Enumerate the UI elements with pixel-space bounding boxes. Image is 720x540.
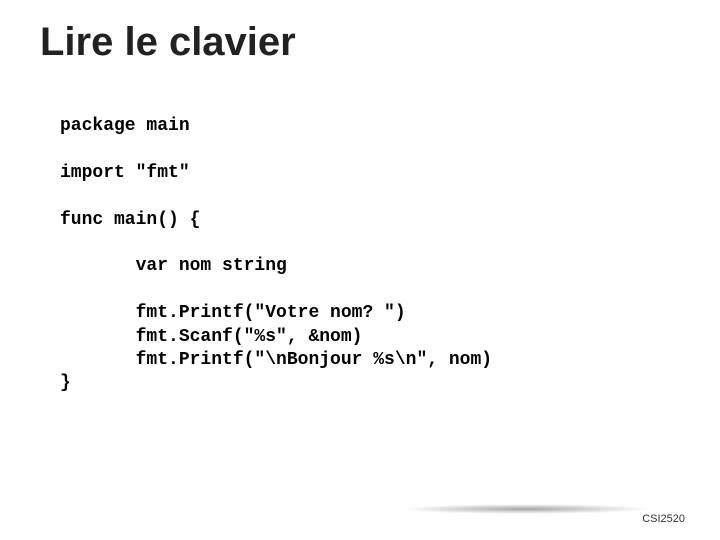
course-code: CSI2520: [642, 513, 685, 525]
code-sample: package main import "fmt" func main() { …: [60, 115, 680, 396]
slide-title: Lire le clavier: [40, 20, 680, 65]
decorative-shadow: [398, 504, 653, 514]
slide-container: Lire le clavier package main import "fmt…: [0, 0, 720, 540]
